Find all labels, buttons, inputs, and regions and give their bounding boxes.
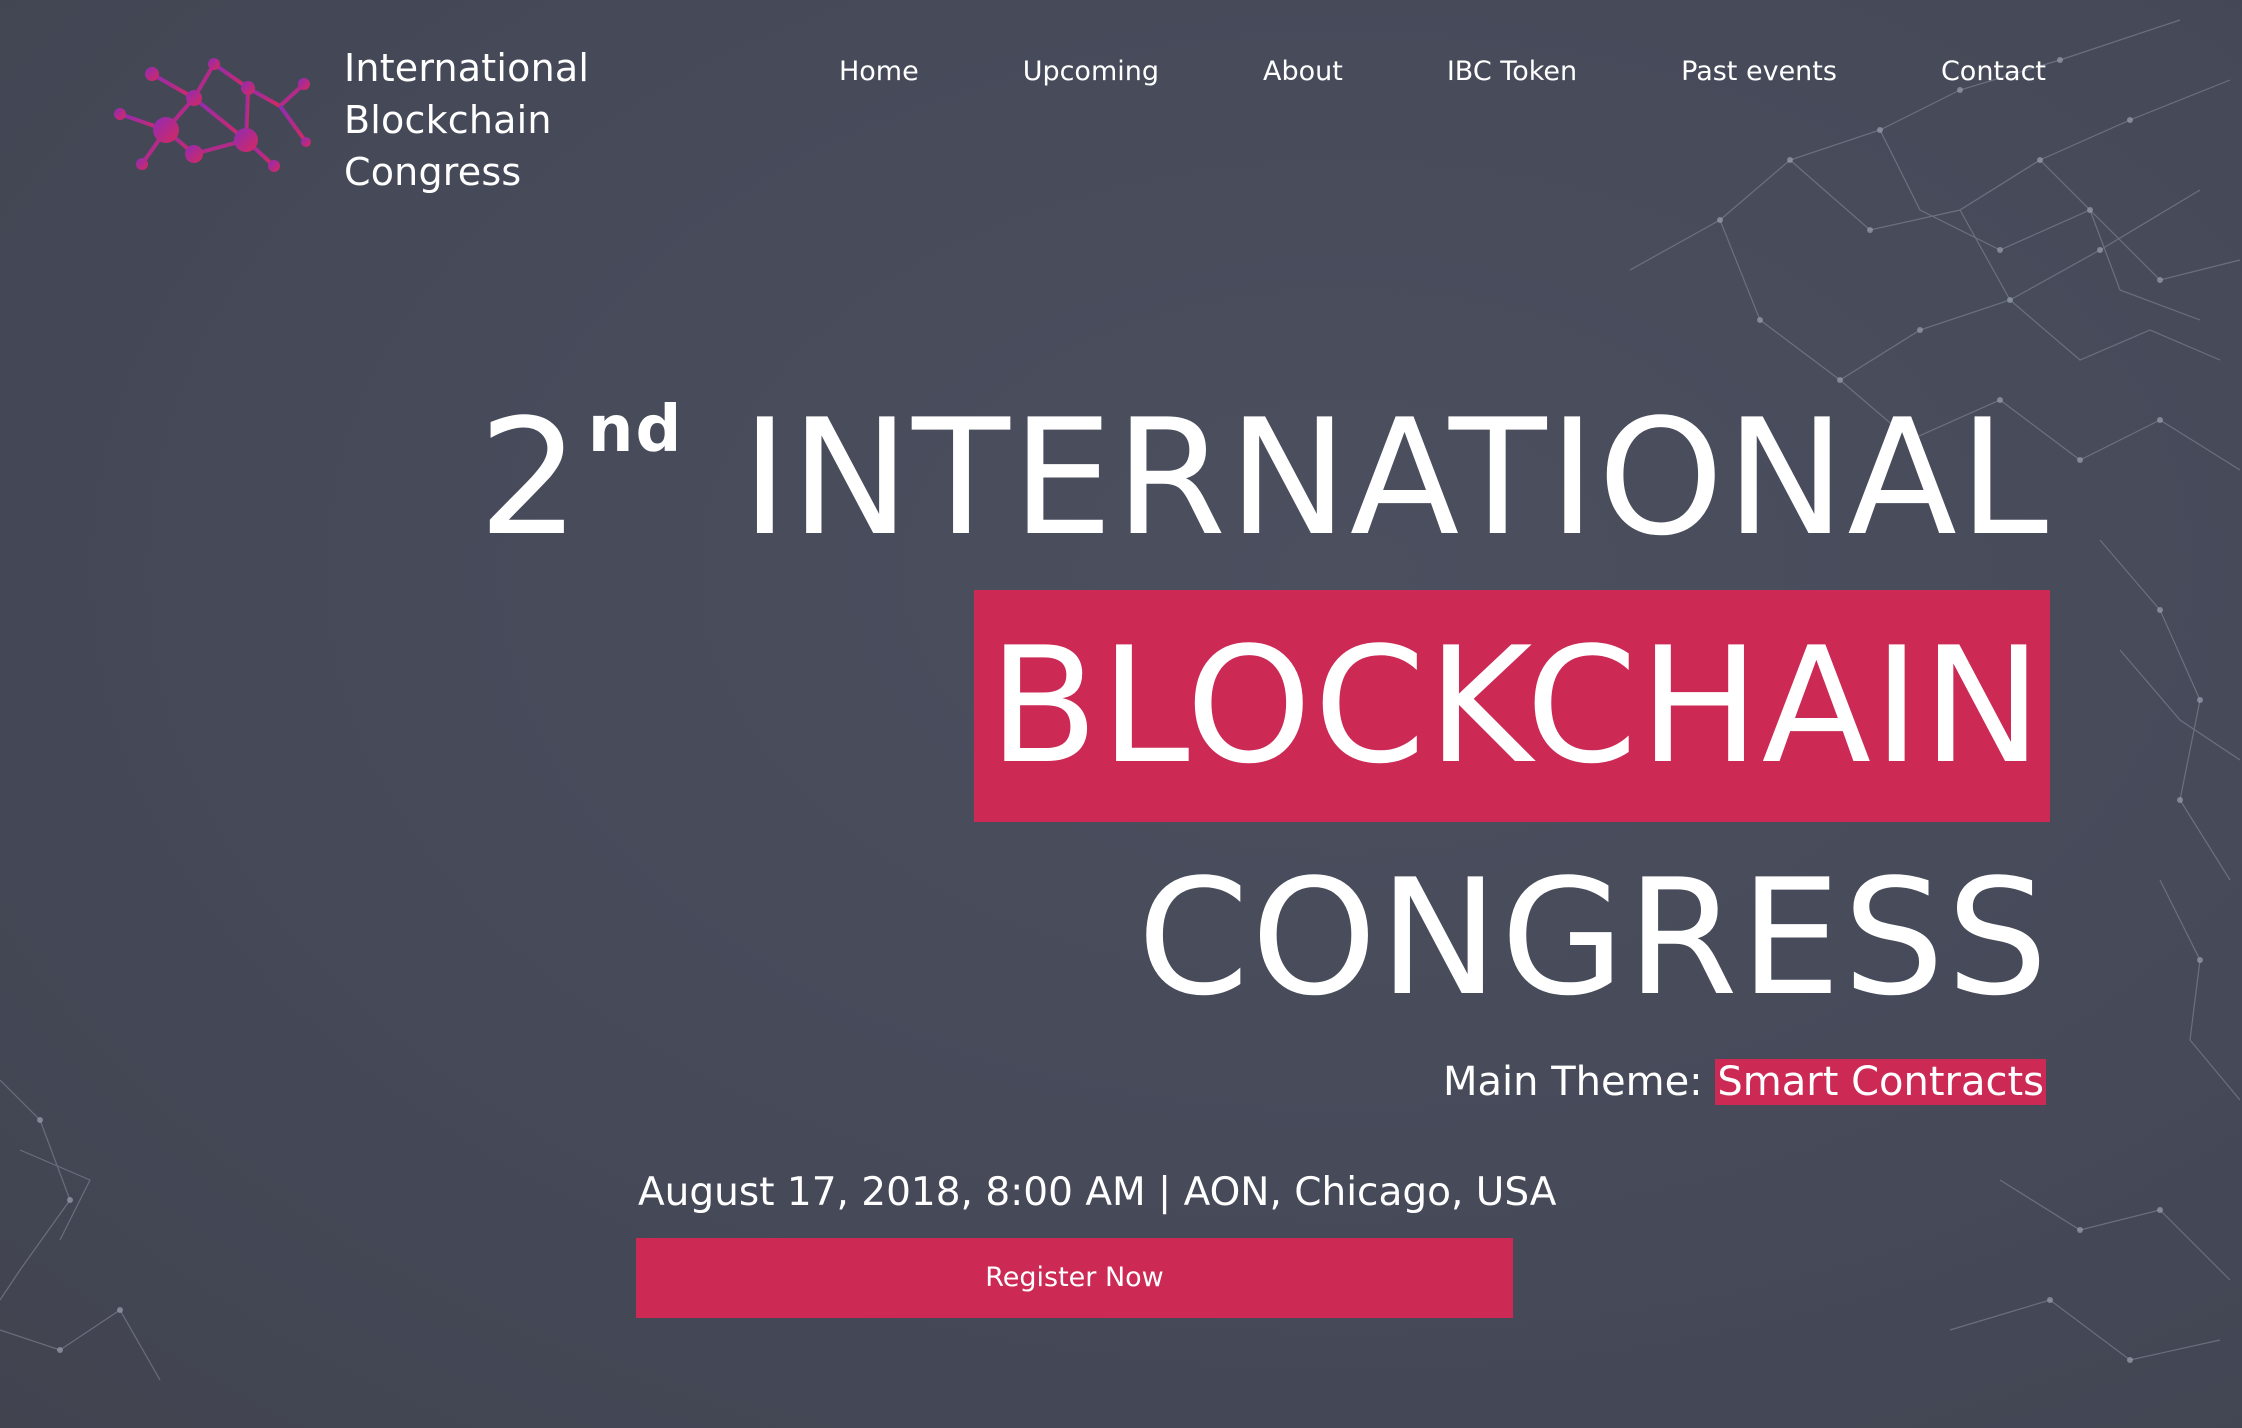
main-nav: Home Upcoming About IBC Token Past event… (839, 52, 2046, 92)
theme-value: Smart Contracts (1715, 1059, 2046, 1105)
page: International Blockchain Congress Home U… (0, 0, 2242, 1428)
nav-item-contact[interactable]: Contact (1941, 52, 2046, 92)
register-now-button[interactable]: Register Now (636, 1238, 1513, 1318)
hero-title-line-1: 2nd INTERNATIONAL (478, 388, 2050, 602)
network-nodes-logo-icon[interactable] (110, 50, 320, 180)
brand-line-1: International (344, 46, 590, 90)
nav-item-about[interactable]: About (1263, 52, 1343, 92)
hero-title-congress: CONGRESS (1137, 844, 2050, 1031)
nav-item-home[interactable]: Home (839, 52, 919, 92)
nav-item-upcoming[interactable]: Upcoming (1023, 52, 1159, 92)
main-theme: Main Theme: Smart Contracts (1443, 1054, 2046, 1110)
brand-name[interactable]: International Blockchain Congress (344, 42, 589, 198)
hero-ordinal-suffix: nd (587, 393, 684, 467)
brand-line-2: Blockchain (344, 98, 552, 142)
hero-ordinal-number: 2 (478, 384, 582, 571)
theme-label: Main Theme: (1443, 1059, 1716, 1105)
brand-line-3: Congress (344, 150, 522, 194)
nav-item-ibc-token[interactable]: IBC Token (1447, 52, 1577, 92)
hero-title-international: INTERNATIONAL (741, 384, 2050, 571)
nav-item-past-events[interactable]: Past events (1681, 52, 1837, 92)
event-date-location: August 17, 2018, 8:00 AM | AON, Chicago,… (638, 1170, 1557, 1215)
hero-title-blockchain-highlight: BLOCKCHAIN (974, 590, 2050, 822)
